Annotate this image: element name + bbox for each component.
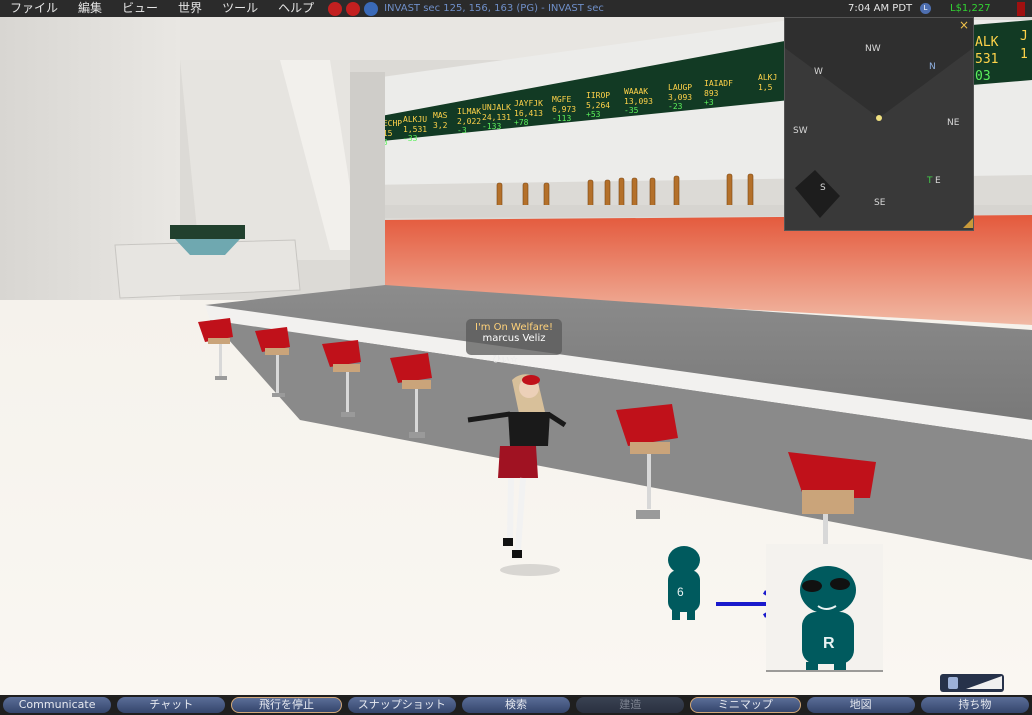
telehub-marker: T — [927, 176, 933, 186]
snapshot-button[interactable]: スナップショット — [347, 697, 456, 713]
communicate-button[interactable]: Communicate — [3, 697, 112, 713]
svg-text:1: 1 — [1020, 47, 1028, 62]
compass-w: W — [814, 67, 823, 77]
svg-text:UNJALK: UNJALK — [482, 103, 511, 112]
health-meter-icon — [1017, 2, 1025, 16]
svg-text:6,973: 6,973 — [552, 105, 576, 114]
stop-flying-button[interactable]: 飛行を停止 — [231, 697, 342, 713]
menu-view[interactable]: ビュー — [112, 0, 168, 17]
avatar-name-tag: I'm On Welfare! marcus Veliz — [466, 319, 562, 355]
svg-text:5,264: 5,264 — [586, 101, 610, 110]
svg-text:LAUGP: LAUGP — [668, 83, 692, 92]
svg-text:6: 6 — [677, 585, 684, 599]
avatar-title: I'm On Welfare! — [475, 322, 553, 333]
avatar-name: marcus Veliz — [482, 333, 546, 344]
minimap-panel[interactable]: NW N W NE SW E S SE T × — [784, 17, 974, 231]
compass-sw: SW — [793, 126, 808, 136]
compass-ne: NE — [947, 118, 960, 128]
svg-text:1,5: 1,5 — [758, 83, 773, 92]
menu-help[interactable]: ヘルプ — [268, 0, 324, 17]
balance[interactable]: L$1,227 — [950, 0, 991, 17]
menu-edit[interactable]: 編集 — [68, 0, 112, 17]
svg-text:3,093: 3,093 — [668, 93, 692, 102]
svg-text:531: 531 — [975, 52, 998, 67]
region-location[interactable]: INVAST sec 125, 156, 163 (PG) - INVAST s… — [384, 3, 604, 14]
svg-text:ALKJU: ALKJU — [403, 115, 427, 124]
svg-text:IAIADF: IAIADF — [704, 79, 733, 88]
volume-slider[interactable] — [966, 676, 1002, 690]
svg-text:-33: -33 — [403, 134, 418, 143]
no-build-icon[interactable] — [346, 1, 361, 16]
clock: 7:04 AM PDT — [848, 3, 913, 14]
inventory-button[interactable]: 持ち物 — [920, 697, 1029, 713]
svg-text:+3: +3 — [704, 98, 714, 107]
menu-tools[interactable]: ツール — [212, 0, 268, 17]
no-fly-icon[interactable] — [328, 1, 343, 16]
svg-text:MAS: MAS — [433, 111, 448, 120]
annotation-figure-small: 6 — [668, 546, 700, 620]
map-button[interactable]: 地図 — [806, 697, 915, 713]
svg-text:1,531: 1,531 — [403, 125, 427, 134]
svg-text:-133: -133 — [482, 122, 501, 131]
svg-text:03: 03 — [975, 69, 991, 84]
buy-currency-icon[interactable]: L — [920, 3, 931, 14]
annotation-inset: R — [766, 544, 883, 672]
svg-text:16,413: 16,413 — [514, 109, 543, 118]
svg-text:J: J — [1020, 29, 1028, 44]
svg-text:+78: +78 — [514, 118, 529, 127]
speaker-icon[interactable] — [948, 677, 958, 689]
compass-nw: NW — [865, 44, 881, 54]
compass-se: SE — [874, 198, 886, 208]
svg-text:-113: -113 — [552, 114, 571, 123]
menu-world[interactable]: 世界 — [168, 0, 212, 17]
svg-text:IIROP: IIROP — [586, 91, 610, 100]
search-button[interactable]: 検索 — [461, 697, 571, 713]
svg-text:ALK: ALK — [975, 35, 999, 50]
compass-s: S — [820, 183, 826, 193]
voice-icon[interactable] — [364, 1, 379, 16]
svg-text:ILMAK: ILMAK — [457, 107, 481, 116]
volume-control[interactable] — [940, 674, 1004, 692]
chat-button[interactable]: チャット — [117, 697, 226, 713]
compass-e: E — [935, 176, 941, 186]
svg-text:13,093: 13,093 — [624, 97, 653, 106]
svg-text:WAAAK: WAAAK — [624, 87, 648, 96]
svg-text:-3: -3 — [457, 126, 467, 135]
svg-text:-23: -23 — [668, 102, 683, 111]
svg-text:-35: -35 — [624, 106, 639, 115]
build-button[interactable]: 建造 — [576, 697, 685, 713]
svg-text:R: R — [823, 635, 835, 652]
svg-text:3,2: 3,2 — [433, 121, 448, 130]
svg-text:2,022: 2,022 — [457, 117, 481, 126]
svg-text:MGFE: MGFE — [552, 95, 571, 104]
compass-n: N — [929, 62, 936, 72]
bottom-toolbar: Communicate チャット 飛行を停止 スナップショット 検索 建造 ミニ… — [0, 695, 1032, 715]
svg-text:ALKJ: ALKJ — [758, 73, 777, 82]
svg-text:+53: +53 — [586, 110, 601, 119]
svg-text:24,131: 24,131 — [482, 113, 511, 122]
avatar-subtitle: ひぃ☆ — [492, 355, 519, 365]
svg-text:JAYFJK: JAYFJK — [514, 99, 543, 108]
menu-file[interactable]: ファイル — [0, 0, 68, 17]
svg-text:893: 893 — [704, 89, 719, 98]
close-icon[interactable]: × — [959, 18, 969, 32]
minimap-button[interactable]: ミニマップ — [690, 697, 801, 713]
